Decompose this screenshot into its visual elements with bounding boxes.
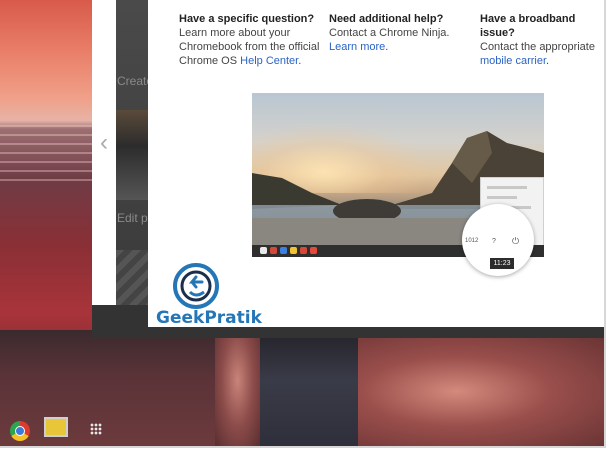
help-icon: ? xyxy=(492,238,496,245)
help-heading-broadband: Have a broadband issue? xyxy=(480,13,576,39)
geekpratik-watermark: GeekPratik xyxy=(156,308,262,328)
background-thumbnail xyxy=(116,110,148,200)
help-text-additional: Contact a Chrome Ninja. xyxy=(329,27,450,39)
illustration-shelf-icon xyxy=(280,247,287,254)
app-launcher-icon[interactable] xyxy=(90,423,102,435)
help-text-broadband-end: . xyxy=(546,55,550,67)
power-icon: ⏻ xyxy=(512,236,520,246)
chrome-icon[interactable] xyxy=(10,421,30,441)
files-icon[interactable] xyxy=(44,417,68,437)
background-label-edit: Edit p xyxy=(117,211,148,225)
mobile-carrier-link[interactable]: mobile carrier xyxy=(480,55,546,67)
learn-more-link[interactable]: Learn more xyxy=(329,41,385,53)
illustration-shelf-icon xyxy=(270,247,277,254)
help-column-additional: Need additional help? Contact a Chrome N… xyxy=(329,12,474,54)
wallpaper-rocks-left xyxy=(215,337,260,446)
help-column-broadband: Have a broadband issue? Contact the appr… xyxy=(480,12,604,68)
illustration-shelf-icon xyxy=(260,247,267,254)
help-text-question-end: . xyxy=(298,55,302,67)
illustration-shelf-icon xyxy=(310,247,317,254)
help-text-broadband: Contact the appropriate xyxy=(480,41,595,53)
help-heading-additional: Need additional help? xyxy=(329,13,444,25)
geekpratik-logo-icon xyxy=(173,263,219,309)
status-area-magnifier: 1012 ? ⏻ 11:23 xyxy=(462,204,534,276)
help-heading-question: Have a specific question? xyxy=(179,13,315,25)
help-column-question: Have a specific question? Learn more abo… xyxy=(179,12,324,68)
magnifier-value: 1012 xyxy=(465,238,479,244)
chevron-left-icon[interactable]: ‹ xyxy=(100,131,108,155)
wallpaper-rocks-right xyxy=(358,337,604,446)
wallpaper-water-channel xyxy=(260,337,360,446)
help-center-link[interactable]: Help Center xyxy=(240,55,298,67)
illustration-shelf-icon xyxy=(290,247,297,254)
chrome-icon-center xyxy=(15,426,25,436)
help-text-additional-end: . xyxy=(385,41,389,53)
background-thumbnail-pattern xyxy=(116,250,148,305)
illustration-shelf-icon xyxy=(300,247,307,254)
wallpaper-waves xyxy=(0,125,92,185)
desktop-wallpaper: Create Edit p ‹ Have a specific question… xyxy=(0,0,606,448)
clock: 11:23 xyxy=(490,258,514,269)
